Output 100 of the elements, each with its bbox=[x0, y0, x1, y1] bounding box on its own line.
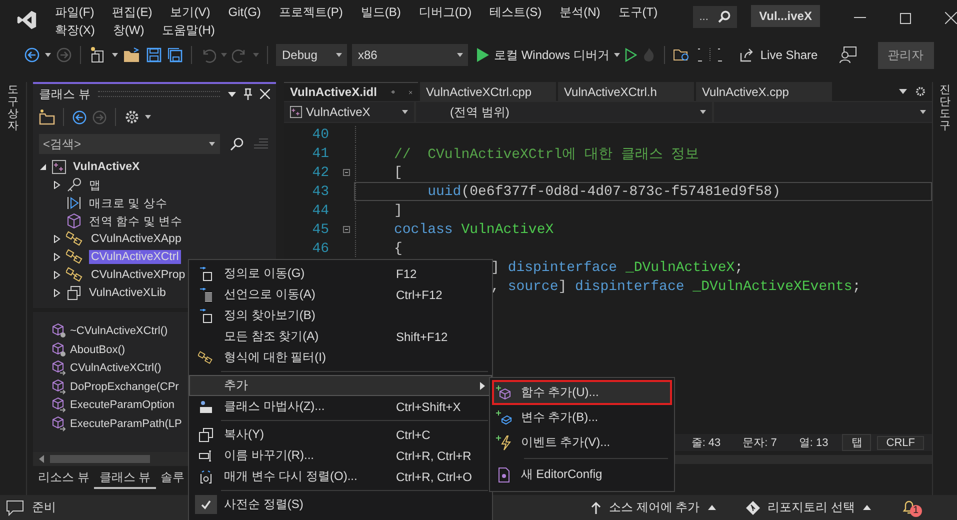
close-icon[interactable] bbox=[260, 89, 270, 99]
caret-icon[interactable] bbox=[402, 110, 408, 114]
panel-tab[interactable]: 리소스 뷰 bbox=[33, 468, 94, 489]
save-icon[interactable] bbox=[146, 47, 162, 63]
menu-item[interactable]: 선언으로 이동(A) Ctrl+F12 bbox=[189, 284, 492, 305]
menu-item[interactable]: 이벤트 추가(V)... bbox=[492, 430, 672, 455]
menu-item[interactable]: 편집(E) bbox=[103, 3, 162, 21]
caret-icon[interactable] bbox=[45, 53, 51, 57]
editor-status-item[interactable]: 탭 bbox=[842, 434, 872, 451]
collapsed-arrow-icon[interactable] bbox=[53, 253, 61, 261]
menu-item[interactable]: 변수 추가(B)... bbox=[492, 405, 672, 430]
tree-item[interactable]: 전역 함수 및 변수 bbox=[87, 212, 185, 230]
arrow-up-icon[interactable] bbox=[590, 502, 601, 514]
repository-button[interactable]: 리포지토리 선택 bbox=[768, 499, 855, 516]
start-debugging-button[interactable]: 로컬 Windows 디버거 bbox=[494, 46, 610, 64]
scope-dropdown[interactable]: (전역 범위) bbox=[450, 104, 510, 120]
menu-item[interactable]: 모든 참조 찾기(A) Shift+F12 bbox=[189, 326, 492, 347]
collapsed-arrow-icon[interactable] bbox=[53, 181, 61, 189]
caret-icon[interactable] bbox=[614, 53, 620, 57]
scrollbar-thumb[interactable] bbox=[50, 455, 150, 463]
menu-item[interactable]: 사전순 정렬(S) bbox=[189, 494, 492, 515]
admin-button[interactable]: 관리자 bbox=[878, 42, 934, 68]
source-control-button[interactable]: 소스 제어에 추가 bbox=[608, 499, 700, 516]
diagnostic-tools-tab[interactable]: 진단 도구 bbox=[940, 82, 950, 495]
folder-search-icon[interactable] bbox=[673, 47, 692, 63]
member-item[interactable]: AboutBox() bbox=[70, 344, 126, 356]
panel-tab[interactable]: 클래스 뷰 bbox=[94, 468, 156, 489]
menu-item[interactable]: 빌드(B) bbox=[352, 3, 410, 21]
menu-item[interactable]: 디버그(D) bbox=[410, 3, 481, 21]
tree-item[interactable]: CVulnActiveXApp bbox=[89, 232, 184, 246]
feedback-person-icon[interactable] bbox=[838, 46, 857, 64]
search-box[interactable]: ... bbox=[693, 6, 738, 28]
search-icon[interactable] bbox=[230, 137, 244, 151]
menu-item[interactable]: 보기(V) bbox=[161, 3, 220, 21]
expanded-arrow-icon[interactable] bbox=[39, 163, 47, 171]
share-icon[interactable] bbox=[739, 47, 756, 63]
caret-icon[interactable] bbox=[452, 44, 468, 66]
member-item[interactable]: CVulnActiveXCtrl() bbox=[70, 362, 162, 374]
menu-item[interactable]: 함수 추가(U)... bbox=[492, 380, 672, 405]
menu-item[interactable]: 도구(T) bbox=[609, 3, 667, 21]
play-icon[interactable] bbox=[477, 48, 489, 62]
collapse-icon[interactable] bbox=[342, 226, 350, 233]
menu-item[interactable]: 이름 바꾸기(R)... Ctrl+R, Ctrl+R bbox=[189, 445, 492, 466]
settings-icon[interactable] bbox=[915, 86, 926, 97]
live-share-button[interactable]: Live Share bbox=[760, 48, 818, 62]
back-icon[interactable] bbox=[72, 110, 87, 124]
menu-item[interactable]: 테스트(S) bbox=[480, 3, 551, 21]
collapsed-arrow-icon[interactable] bbox=[53, 289, 61, 297]
back-icon[interactable] bbox=[24, 47, 40, 63]
menu-item[interactable]: 형식에 대한 필터(I) bbox=[189, 347, 492, 368]
menu-item[interactable]: 프로젝트(P) bbox=[270, 3, 352, 21]
settings-icon[interactable] bbox=[124, 109, 140, 125]
play-outline-icon[interactable] bbox=[625, 48, 638, 62]
caret-up-icon[interactable] bbox=[863, 505, 871, 510]
align-icon[interactable] bbox=[696, 47, 724, 63]
document-tab[interactable]: VulnActiveXCtrl.h bbox=[558, 82, 694, 101]
close-icon[interactable] bbox=[945, 12, 957, 24]
caret-icon[interactable] bbox=[899, 89, 907, 94]
menu-item[interactable]: 추가 bbox=[189, 375, 492, 396]
menu-item[interactable]: 클래스 마법사(Z)... Ctrl+Shift+X bbox=[189, 396, 492, 417]
panel-tab[interactable]: 솔루 bbox=[156, 468, 190, 489]
new-folder-icon[interactable] bbox=[39, 109, 55, 125]
git-diamond-icon[interactable] bbox=[746, 500, 760, 514]
menu-item[interactable]: 도움말(H) bbox=[153, 21, 224, 39]
collapse-icon[interactable] bbox=[342, 169, 350, 176]
menu-item[interactable]: 파일(F) bbox=[46, 3, 104, 21]
menu-item[interactable]: 창(W) bbox=[104, 21, 154, 39]
caret-icon[interactable] bbox=[920, 110, 926, 114]
caret-icon[interactable] bbox=[228, 92, 236, 96]
save-all-icon[interactable] bbox=[167, 47, 183, 63]
document-tab[interactable]: VulnActiveXCtrl.cpp bbox=[420, 82, 556, 101]
caret-icon[interactable] bbox=[331, 44, 347, 66]
menu-item[interactable]: Git(G) bbox=[219, 3, 270, 21]
folder-icon[interactable] bbox=[123, 47, 141, 63]
tree-item[interactable]: 매크로 및 상수 bbox=[87, 194, 170, 212]
tree-item[interactable]: VulnActiveX bbox=[71, 160, 142, 174]
member-item[interactable]: ~CVulnActiveXCtrl() bbox=[70, 325, 168, 338]
menu-item[interactable]: 정의로 이동(G) F12 bbox=[189, 263, 492, 284]
caret-icon[interactable] bbox=[112, 53, 118, 57]
collapsed-arrow-icon[interactable] bbox=[53, 235, 61, 243]
member-item[interactable]: DoPropExchange(CPr bbox=[70, 380, 179, 393]
scroll-left-icon[interactable] bbox=[39, 455, 44, 463]
tree-item[interactable]: 맵 bbox=[87, 176, 103, 194]
collapsed-arrow-icon[interactable] bbox=[53, 271, 61, 279]
output-icon[interactable] bbox=[6, 500, 24, 516]
menu-item[interactable]: 복사(Y) Ctrl+C bbox=[189, 424, 492, 445]
menu-item[interactable]: 매개 변수 다시 정렬(O)... Ctrl+R, Ctrl+O bbox=[189, 466, 492, 487]
platform-dropdown[interactable]: x86 bbox=[352, 44, 452, 66]
maximize-icon[interactable] bbox=[900, 12, 911, 24]
member-item[interactable]: ExecuteParamOption bbox=[70, 399, 175, 412]
document-tab[interactable]: VulnActiveX.cpp bbox=[696, 82, 832, 101]
caret-up-icon[interactable] bbox=[708, 505, 716, 510]
minimize-icon[interactable] bbox=[854, 17, 866, 19]
menu-item[interactable]: 분석(N) bbox=[550, 3, 610, 21]
caret-icon[interactable] bbox=[145, 115, 151, 119]
tree-item[interactable]: VulnActiveXLib bbox=[87, 286, 168, 300]
menu-item[interactable]: 정의 찾아보기(B) bbox=[189, 305, 492, 326]
configuration-dropdown[interactable]: Debug bbox=[276, 44, 331, 66]
menu-item[interactable]: 확장(X) bbox=[46, 21, 104, 39]
menu-item[interactable]: 새 EditorConfig bbox=[492, 462, 672, 487]
